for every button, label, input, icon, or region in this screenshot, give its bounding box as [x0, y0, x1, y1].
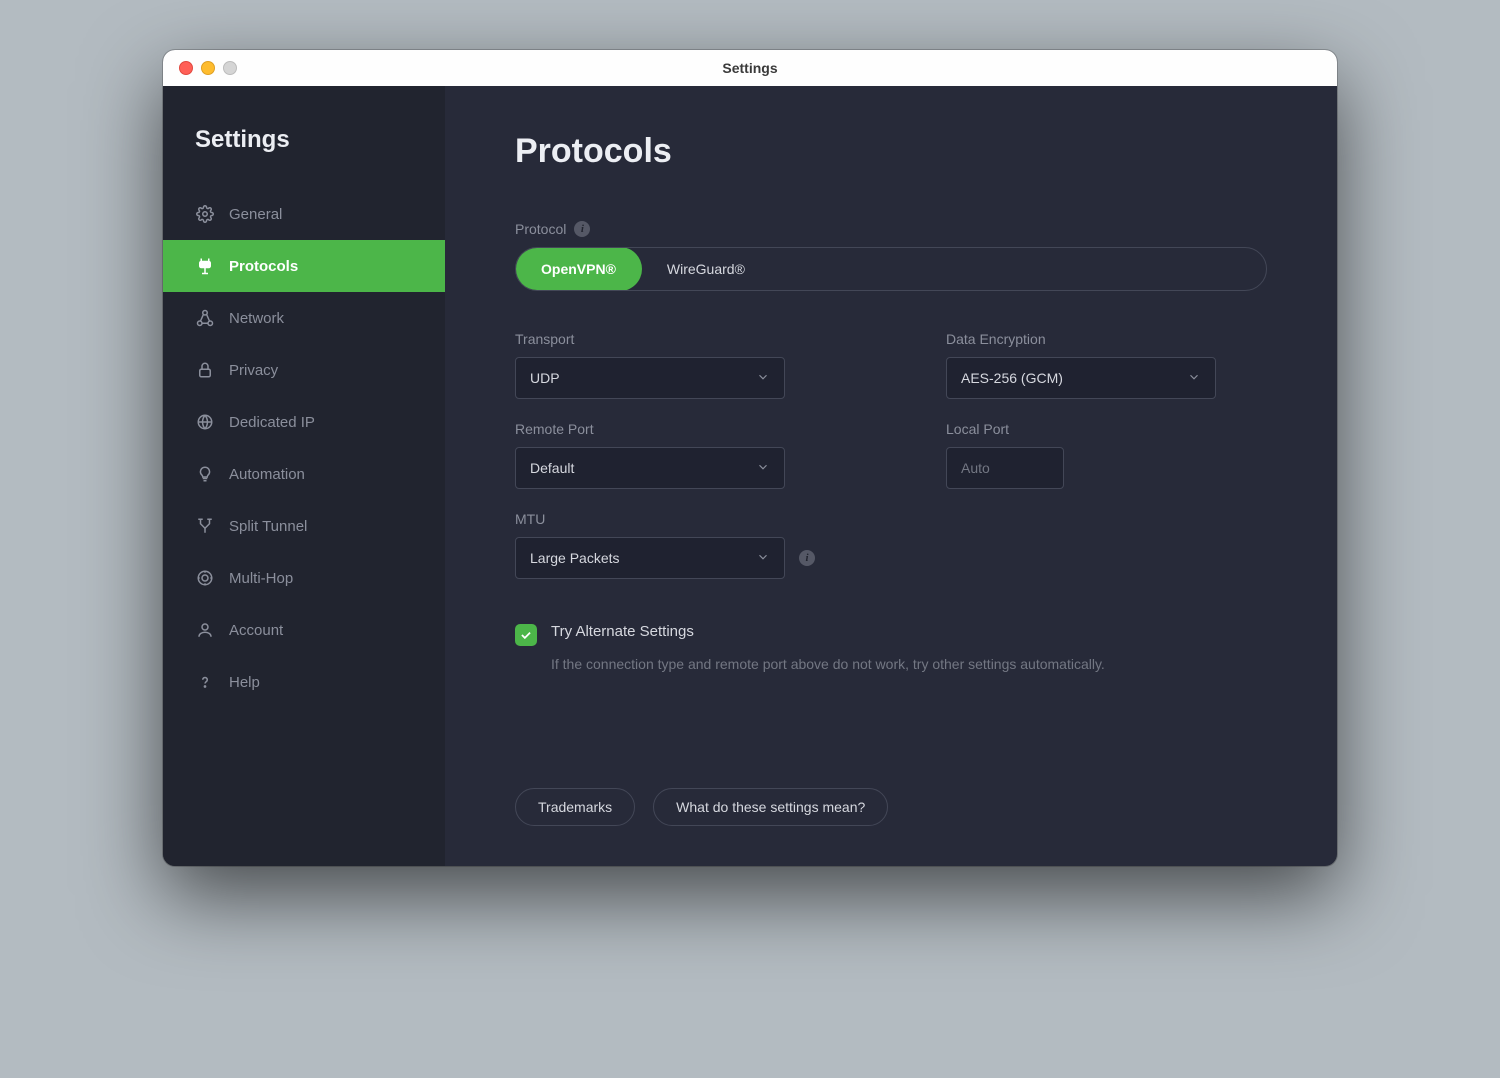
sidebar-item-protocols[interactable]: Protocols [163, 240, 445, 292]
local-port-input[interactable] [946, 447, 1064, 489]
transport-select[interactable]: UDP [515, 357, 785, 399]
sidebar-item-multi-hop[interactable]: Multi-Hop [163, 552, 445, 604]
transport-field: Transport UDP [515, 331, 836, 399]
lock-icon [195, 360, 215, 380]
remote-port-value: Default [530, 460, 574, 476]
mtu-field: MTU Large Packets i [515, 511, 836, 579]
local-port-field: Local Port [946, 421, 1267, 489]
sidebar-item-label: Automation [229, 466, 305, 483]
network-icon [195, 308, 215, 328]
settings-help-button[interactable]: What do these settings mean? [653, 788, 888, 826]
mtu-label: MTU [515, 511, 836, 527]
main-content: Protocols Protocol i OpenVPN® WireGuard®… [445, 86, 1337, 866]
protocol-option-wireguard[interactable]: WireGuard® [641, 248, 771, 290]
mtu-value: Large Packets [530, 550, 620, 566]
chevron-down-icon [1187, 370, 1201, 387]
dedicated-ip-icon [195, 412, 215, 432]
sidebar-item-label: Account [229, 622, 283, 639]
sidebar-item-network[interactable]: Network [163, 292, 445, 344]
zoom-window-button[interactable] [223, 61, 237, 75]
sidebar-item-label: Multi-Hop [229, 570, 293, 587]
window-title: Settings [163, 60, 1337, 76]
gear-icon [195, 204, 215, 224]
sidebar-item-label: Network [229, 310, 284, 327]
protocol-label-row: Protocol i [515, 221, 1267, 237]
remote-port-label: Remote Port [515, 421, 836, 437]
account-icon [195, 620, 215, 640]
encryption-label: Data Encryption [946, 331, 1267, 347]
sidebar-item-label: Split Tunnel [229, 518, 307, 535]
protocol-segmented: OpenVPN® WireGuard® [515, 247, 1267, 291]
footer-buttons: Trademarks What do these settings mean? [515, 788, 1267, 826]
sidebar-item-label: General [229, 206, 282, 223]
sidebar-item-help[interactable]: Help [163, 656, 445, 708]
chevron-down-icon [756, 550, 770, 567]
protocol-label: Protocol [515, 221, 566, 237]
chevron-down-icon [756, 370, 770, 387]
remote-port-select[interactable]: Default [515, 447, 785, 489]
local-port-label: Local Port [946, 421, 1267, 437]
chevron-down-icon [756, 460, 770, 477]
sidebar: Settings General Protocols Network [163, 86, 445, 866]
sidebar-item-account[interactable]: Account [163, 604, 445, 656]
sidebar-item-split-tunnel[interactable]: Split Tunnel [163, 500, 445, 552]
sidebar-item-general[interactable]: General [163, 188, 445, 240]
minimize-window-button[interactable] [201, 61, 215, 75]
sidebar-item-dedicated-ip[interactable]: Dedicated IP [163, 396, 445, 448]
info-icon[interactable]: i [799, 550, 815, 566]
sidebar-title: Settings [163, 126, 445, 154]
info-icon[interactable]: i [574, 221, 590, 237]
encryption-select[interactable]: AES-256 (GCM) [946, 357, 1216, 399]
settings-window: Settings Settings General Protocols [163, 50, 1337, 866]
protocol-icon [195, 256, 215, 276]
sidebar-item-privacy[interactable]: Privacy [163, 344, 445, 396]
titlebar: Settings [163, 50, 1337, 86]
sidebar-item-automation[interactable]: Automation [163, 448, 445, 500]
sidebar-item-label: Dedicated IP [229, 414, 315, 431]
protocol-option-openvpn[interactable]: OpenVPN® [515, 247, 642, 291]
encryption-field: Data Encryption AES-256 (GCM) [946, 331, 1267, 399]
close-window-button[interactable] [179, 61, 193, 75]
bulb-icon [195, 464, 215, 484]
window-controls [179, 50, 237, 86]
mtu-select[interactable]: Large Packets [515, 537, 785, 579]
transport-label: Transport [515, 331, 836, 347]
sidebar-item-label: Protocols [229, 258, 298, 275]
alternate-settings-checkbox[interactable] [515, 624, 537, 646]
alternate-settings-label: Try Alternate Settings [551, 623, 1105, 640]
split-icon [195, 516, 215, 536]
encryption-value: AES-256 (GCM) [961, 370, 1063, 386]
trademarks-button[interactable]: Trademarks [515, 788, 635, 826]
multihop-icon [195, 568, 215, 588]
alternate-settings-row: Try Alternate Settings If the connection… [515, 623, 1267, 675]
sidebar-item-label: Help [229, 674, 260, 691]
page-title: Protocols [515, 132, 1267, 171]
transport-value: UDP [530, 370, 560, 386]
alternate-settings-description: If the connection type and remote port a… [551, 654, 1105, 675]
remote-port-field: Remote Port Default [515, 421, 836, 489]
help-icon [195, 672, 215, 692]
sidebar-item-label: Privacy [229, 362, 278, 379]
